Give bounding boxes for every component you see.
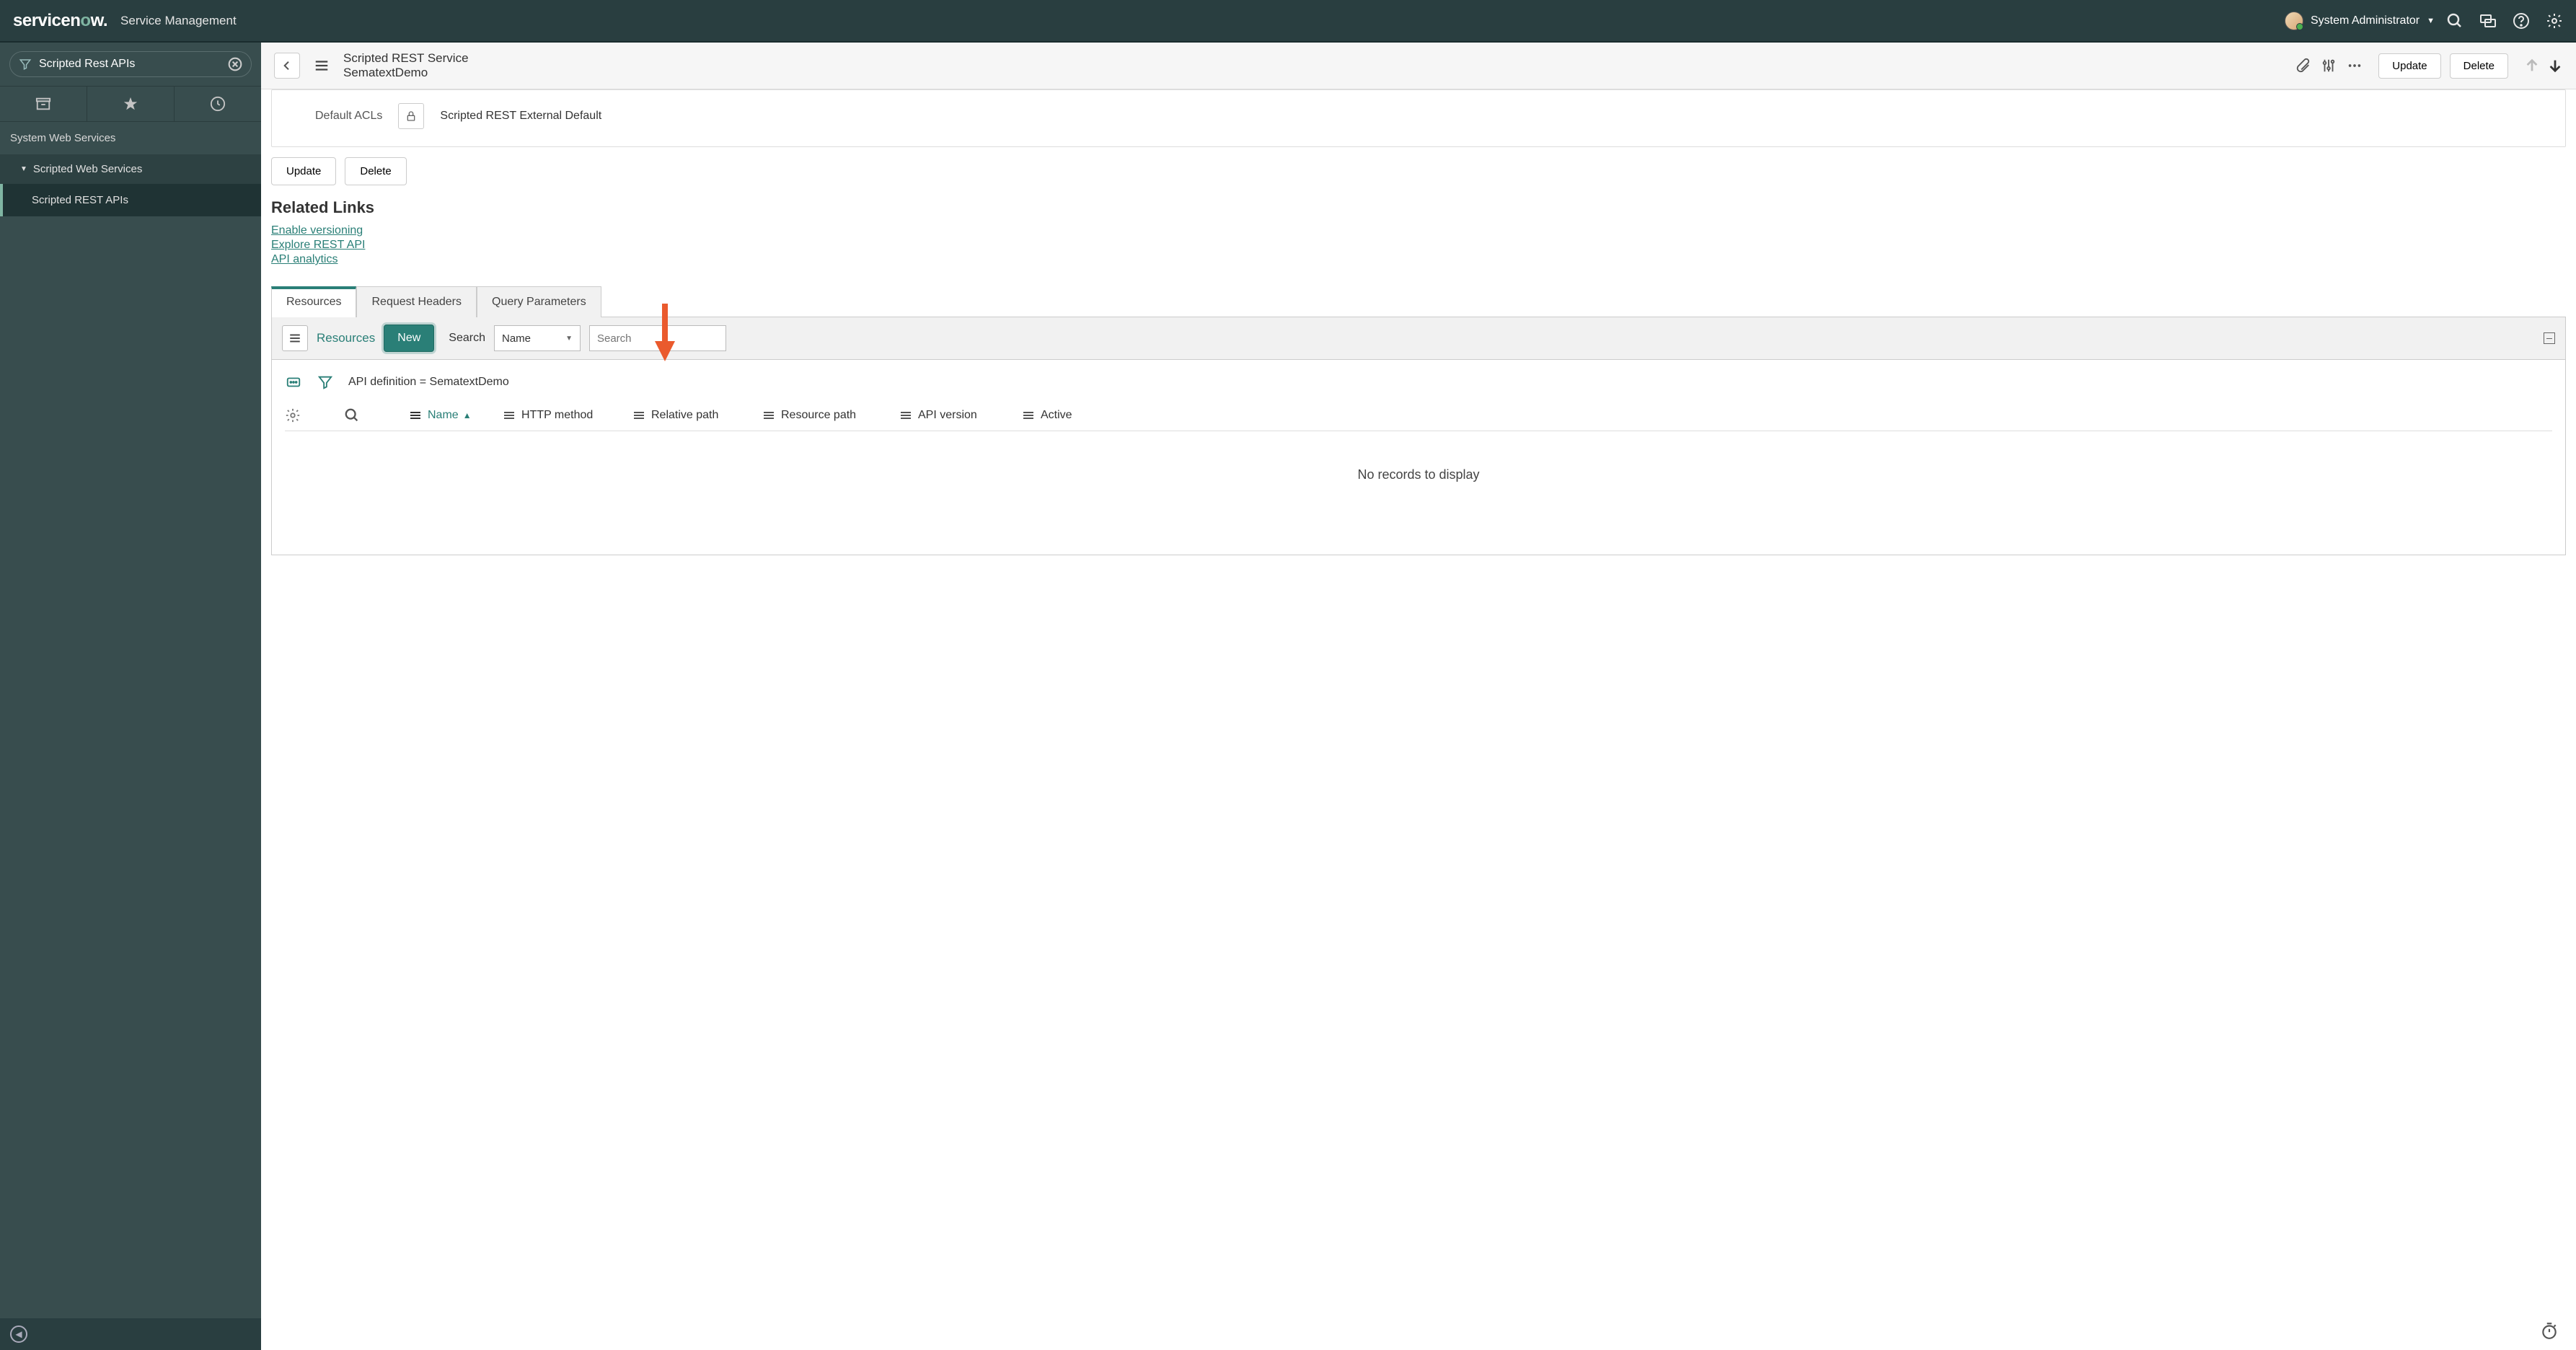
help-icon[interactable] (2513, 12, 2530, 30)
next-record-icon[interactable] (2547, 58, 2563, 74)
new-button[interactable]: New (384, 325, 434, 352)
nav-tab-all[interactable] (0, 87, 87, 121)
header-delete-button[interactable]: Delete (2450, 53, 2508, 79)
caret-down-icon: ▼ (2427, 17, 2435, 25)
app-name: Service Management (120, 14, 237, 28)
column-active[interactable]: Active (1023, 409, 1072, 422)
star-icon (123, 96, 138, 112)
list-title[interactable]: Resources (317, 331, 375, 345)
column-name[interactable]: Name ▲ (410, 409, 475, 422)
column-resource-path[interactable]: Resource path (764, 409, 872, 422)
attachment-icon[interactable] (2295, 58, 2311, 74)
update-button[interactable]: Update (271, 157, 336, 185)
chevron-down-icon: ▼ (20, 165, 27, 173)
filter-icon[interactable] (317, 374, 334, 390)
column-label: Relative path (651, 409, 718, 422)
previous-record-icon[interactable] (2524, 58, 2540, 74)
search-icon[interactable] (2446, 12, 2463, 30)
logo: servicenow. (13, 11, 107, 31)
tab-resources[interactable]: Resources (271, 286, 356, 317)
logo-o: o (80, 11, 90, 31)
column-label: HTTP method (521, 409, 593, 422)
sidebar-footer: ◀ (0, 1318, 261, 1350)
nav-group-label: Scripted Web Services (33, 163, 142, 175)
archive-icon (35, 96, 51, 112)
delete-button[interactable]: Delete (345, 157, 406, 185)
nav-item-scripted-rest-apis[interactable]: Scripted REST APIs (0, 184, 261, 216)
response-time-icon[interactable] (2540, 1321, 2559, 1340)
navigator-filter[interactable] (9, 51, 252, 77)
column-search-icon[interactable] (344, 407, 360, 423)
clear-filter-icon[interactable] (228, 57, 242, 71)
nav-group-scripted[interactable]: ▼ Scripted Web Services (0, 154, 261, 184)
nav-tab-favorites[interactable] (87, 87, 175, 121)
nav-item-label: Scripted REST APIs (32, 194, 128, 206)
column-headers: Name ▲ HTTP method Relative path Resourc… (285, 400, 2552, 431)
header-update-button[interactable]: Update (2378, 53, 2440, 79)
logo-text: servicen (13, 11, 80, 30)
column-api-version[interactable]: API version (901, 409, 994, 422)
form-title: Scripted REST Service SematextDemo (343, 51, 469, 80)
tab-request-headers[interactable]: Request Headers (356, 286, 477, 317)
search-select-value: Name (502, 332, 531, 345)
collapse-list-icon[interactable] (2544, 332, 2555, 344)
main-panel: Scripted REST Service SematextDemo Updat… (261, 43, 2576, 1350)
logo-suffix: w. (91, 11, 107, 30)
related-list-tabs: Resources Request Headers Query Paramete… (271, 286, 2566, 317)
column-label: Active (1041, 409, 1072, 422)
form-title-record: SematextDemo (343, 66, 469, 80)
form-panel: Default ACLs Scripted REST External Defa… (271, 89, 2566, 147)
search-field-select[interactable]: Name (494, 325, 581, 351)
tab-query-parameters[interactable]: Query Parameters (477, 286, 601, 317)
column-label: API version (918, 409, 977, 422)
link-explore-rest-api[interactable]: Explore REST API (271, 239, 365, 252)
more-icon[interactable] (2347, 58, 2363, 74)
collapse-navigator-button[interactable]: ◀ (10, 1325, 27, 1343)
activity-stream-icon[interactable] (285, 374, 302, 390)
link-enable-versioning[interactable]: Enable versioning (271, 224, 363, 237)
sort-asc-icon: ▲ (463, 410, 472, 420)
list-search-input[interactable] (589, 325, 726, 351)
personalize-columns-icon[interactable] (285, 407, 301, 423)
user-menu[interactable]: System Administrator ▼ (2285, 12, 2435, 30)
filter-icon (19, 58, 32, 71)
column-http-method[interactable]: HTTP method (504, 409, 605, 422)
column-relative-path[interactable]: Relative path (634, 409, 735, 422)
user-name: System Administrator (2311, 14, 2420, 27)
back-button[interactable] (274, 53, 300, 79)
form-title-type: Scripted REST Service (343, 51, 469, 66)
avatar (2285, 12, 2303, 30)
filter-input[interactable] (39, 58, 221, 71)
gear-icon[interactable] (2546, 12, 2563, 30)
column-label: Resource path (781, 409, 856, 422)
navigator-sidebar: System Web Services ▼ Scripted Web Servi… (0, 43, 261, 1350)
no-records-message: No records to display (285, 431, 2552, 519)
default-acls-value: Scripted REST External Default (440, 110, 601, 123)
nav-section[interactable]: System Web Services (0, 122, 261, 154)
breadcrumb-text[interactable]: API definition = SematextDemo (348, 376, 509, 389)
list-toolbar: Resources New Search Name (271, 317, 2566, 360)
search-label: Search (449, 332, 485, 345)
top-banner: servicenow. Service Management System Ad… (0, 0, 2576, 43)
clock-icon (210, 96, 226, 112)
lock-icon (405, 110, 417, 122)
default-acls-label: Default ACLs (315, 110, 382, 123)
unlock-acls-button[interactable] (398, 103, 424, 129)
list-body: API definition = SematextDemo Name ▲ HTT… (271, 360, 2566, 555)
discuss-icon[interactable] (2479, 12, 2497, 30)
form-header: Scripted REST Service SematextDemo Updat… (261, 43, 2576, 89)
list-menu-button[interactable] (282, 325, 308, 351)
form-menu-button[interactable] (309, 53, 335, 79)
column-label: Name (428, 409, 459, 422)
related-links-title: Related Links (271, 198, 2566, 217)
personalize-icon[interactable] (2321, 58, 2337, 74)
nav-tab-history[interactable] (175, 87, 261, 121)
link-api-analytics[interactable]: API analytics (271, 253, 338, 266)
